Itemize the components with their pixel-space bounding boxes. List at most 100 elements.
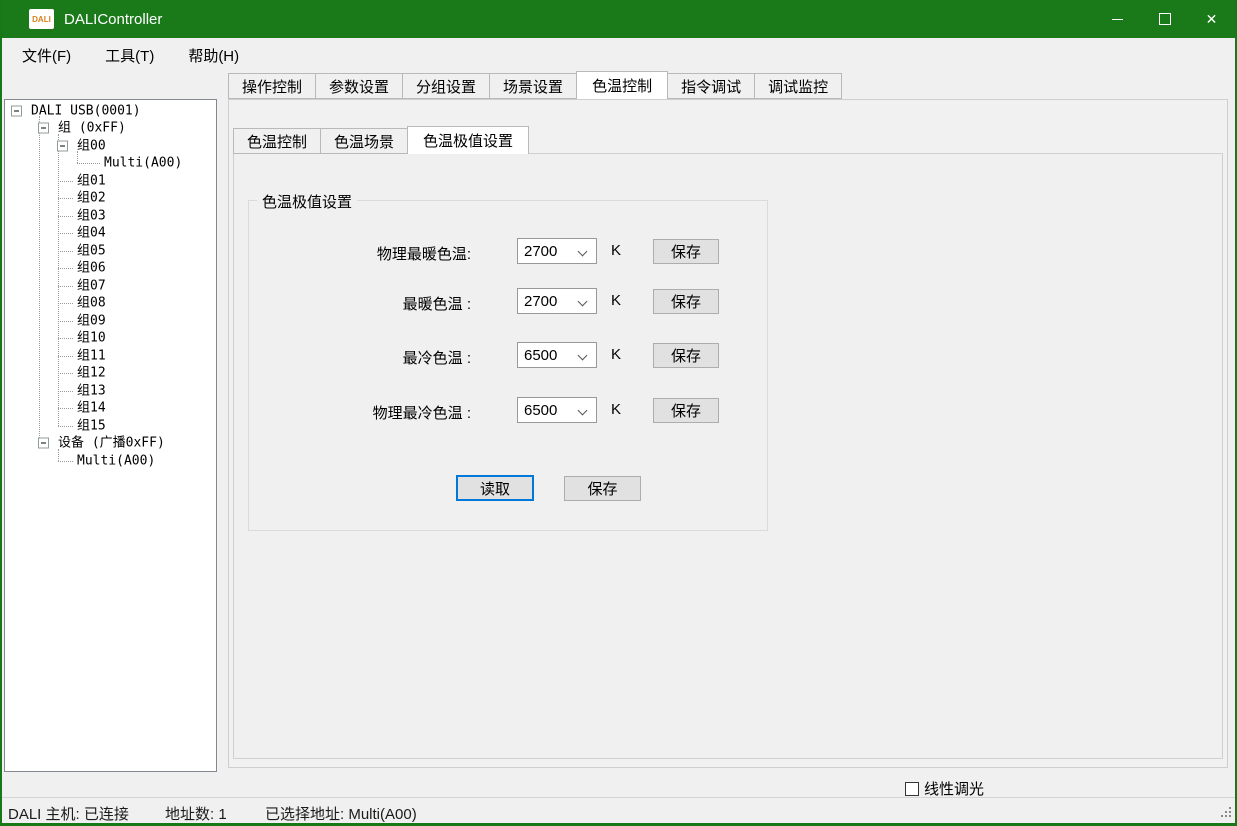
- main-tab-1[interactable]: 参数设置: [315, 73, 403, 99]
- tree-connector: [58, 198, 73, 199]
- tree-item[interactable]: 组15: [5, 417, 216, 435]
- main-tab-5[interactable]: 指令调试: [667, 73, 755, 99]
- tree-item-label: 组13: [77, 384, 106, 397]
- tree-item[interactable]: 组09: [5, 312, 216, 330]
- tree-item[interactable]: 组13: [5, 382, 216, 400]
- tree-item[interactable]: 组01: [5, 172, 216, 190]
- menu-item-1[interactable]: 工具(T): [91, 39, 168, 72]
- chevron-down-icon: [579, 351, 587, 359]
- linear-dimming-checkbox[interactable]: [905, 782, 919, 796]
- main-tab-4[interactable]: 色温控制: [576, 71, 668, 99]
- app-icon: DALI: [29, 9, 54, 29]
- tree-item-label: 组03: [77, 209, 106, 222]
- tree-connector: [77, 163, 100, 164]
- tree-item[interactable]: 组10: [5, 330, 216, 348]
- ct-row-2: 最冷色温 :6500K保存: [249, 342, 767, 370]
- tree-item[interactable]: 组12: [5, 365, 216, 383]
- ct-value-select[interactable]: 2700: [517, 288, 597, 314]
- tree-expand-box[interactable]: [38, 123, 49, 134]
- sub-tab-1[interactable]: 色温场景: [320, 128, 408, 154]
- tree-item[interactable]: Multi(A00): [5, 155, 216, 173]
- minimize-icon: [1112, 19, 1123, 20]
- status-address-count: 地址数: 1: [165, 803, 227, 824]
- minimize-button[interactable]: [1094, 0, 1141, 38]
- tree-item-label: 组09: [77, 314, 106, 327]
- maximize-button[interactable]: [1141, 0, 1188, 38]
- tree-item[interactable]: Multi(A00): [5, 452, 216, 470]
- chevron-down-icon: [579, 247, 587, 255]
- tree-connector: [58, 391, 73, 392]
- ct-value-select[interactable]: 6500: [517, 397, 597, 423]
- ct-row-save-button[interactable]: 保存: [653, 398, 719, 423]
- tree-item-label: 设备 (广播0xFF): [58, 437, 165, 450]
- menu-item-0[interactable]: 文件(F): [8, 39, 85, 72]
- ct-value-text: 2700: [524, 243, 579, 260]
- tree-connector: [58, 461, 73, 462]
- tree-connector: [58, 268, 73, 269]
- tree-item-label: 组10: [77, 332, 106, 345]
- tree-item[interactable]: 组07: [5, 277, 216, 295]
- linear-dimming-option: 线性调光: [905, 778, 984, 799]
- read-button[interactable]: 读取: [456, 475, 534, 501]
- ct-row-save-button[interactable]: 保存: [653, 239, 719, 264]
- tree-item[interactable]: 组00: [5, 137, 216, 155]
- resize-grip[interactable]: [1220, 806, 1232, 818]
- ct-value-select[interactable]: 2700: [517, 238, 597, 264]
- tree-item[interactable]: 组06: [5, 260, 216, 278]
- window-controls: ✕: [1094, 0, 1235, 38]
- tree-item[interactable]: 组14: [5, 400, 216, 418]
- tree-item-label: DALI USB(0001): [31, 104, 141, 117]
- sub-tab-2[interactable]: 色温极值设置: [407, 126, 529, 154]
- tree-item[interactable]: 组03: [5, 207, 216, 225]
- tree-item[interactable]: 组02: [5, 190, 216, 208]
- ct-row-save-button[interactable]: 保存: [653, 289, 719, 314]
- tree-item[interactable]: 设备 (广播0xFF): [5, 435, 216, 453]
- tree-expand-box[interactable]: [38, 438, 49, 449]
- tree-item-label: Multi(A00): [77, 454, 155, 467]
- sub-tab-0[interactable]: 色温控制: [233, 128, 321, 154]
- status-selected-address: 已选择地址: Multi(A00): [265, 803, 417, 824]
- chevron-down-icon: [579, 297, 587, 305]
- tree-item[interactable]: DALI USB(0001): [5, 102, 216, 120]
- tree-expand-box[interactable]: [57, 140, 68, 151]
- window-border-left: [0, 0, 2, 826]
- tree-item-label: 组04: [77, 227, 106, 240]
- ct-unit-label: K: [611, 292, 621, 309]
- ct-value-select[interactable]: 6500: [517, 342, 597, 368]
- tree-item-label: 组06: [77, 262, 106, 275]
- tree-item[interactable]: 组11: [5, 347, 216, 365]
- save-all-button[interactable]: 保存: [564, 476, 641, 501]
- device-tree-panel: DALI USB(0001)组 (0xFF)组00Multi(A00)组01组0…: [4, 99, 217, 772]
- ct-row-0: 物理最暖色温: 2700 K 保存: [249, 238, 767, 266]
- tree-item[interactable]: 组04: [5, 225, 216, 243]
- main-tab-0[interactable]: 操作控制: [228, 73, 316, 99]
- tree-connector: [58, 216, 73, 217]
- tree-connector: [58, 426, 73, 427]
- main-tab-3[interactable]: 场景设置: [489, 73, 577, 99]
- ct-unit-label: K: [611, 401, 621, 418]
- device-tree: DALI USB(0001)组 (0xFF)组00Multi(A00)组01组0…: [5, 100, 216, 772]
- tree-item-label: 组11: [77, 349, 106, 362]
- ct-row-label: 物理最暖色温:: [259, 243, 471, 264]
- tree-item[interactable]: 组 (0xFF): [5, 120, 216, 138]
- menubar: 文件(F)工具(T)帮助(H): [2, 38, 1235, 72]
- window-title: DALIController: [64, 11, 162, 28]
- menu-item-2[interactable]: 帮助(H): [174, 39, 253, 72]
- tree-expand-box[interactable]: [11, 105, 22, 116]
- groupbox-title: 色温极值设置: [257, 191, 357, 212]
- close-button[interactable]: ✕: [1188, 0, 1235, 38]
- ct-unit-label: K: [611, 346, 621, 363]
- tree-item[interactable]: 组05: [5, 242, 216, 260]
- main-tab-2[interactable]: 分组设置: [402, 73, 490, 99]
- sub-tabstrip: 色温控制色温场景色温极值设置: [233, 126, 529, 154]
- main-tab-6[interactable]: 调试监控: [754, 73, 842, 99]
- linear-dimming-label: 线性调光: [924, 778, 984, 799]
- tree-item-label: 组07: [77, 279, 106, 292]
- tree-item[interactable]: 组08: [5, 295, 216, 313]
- tree-connector: [58, 233, 73, 234]
- ct-row-label: 最暖色温 :: [259, 293, 471, 314]
- tree-item-label: 组01: [77, 174, 106, 187]
- ct-unit-label: K: [611, 242, 621, 259]
- tree-item-label: 组12: [77, 367, 106, 380]
- ct-row-save-button[interactable]: 保存: [653, 343, 719, 368]
